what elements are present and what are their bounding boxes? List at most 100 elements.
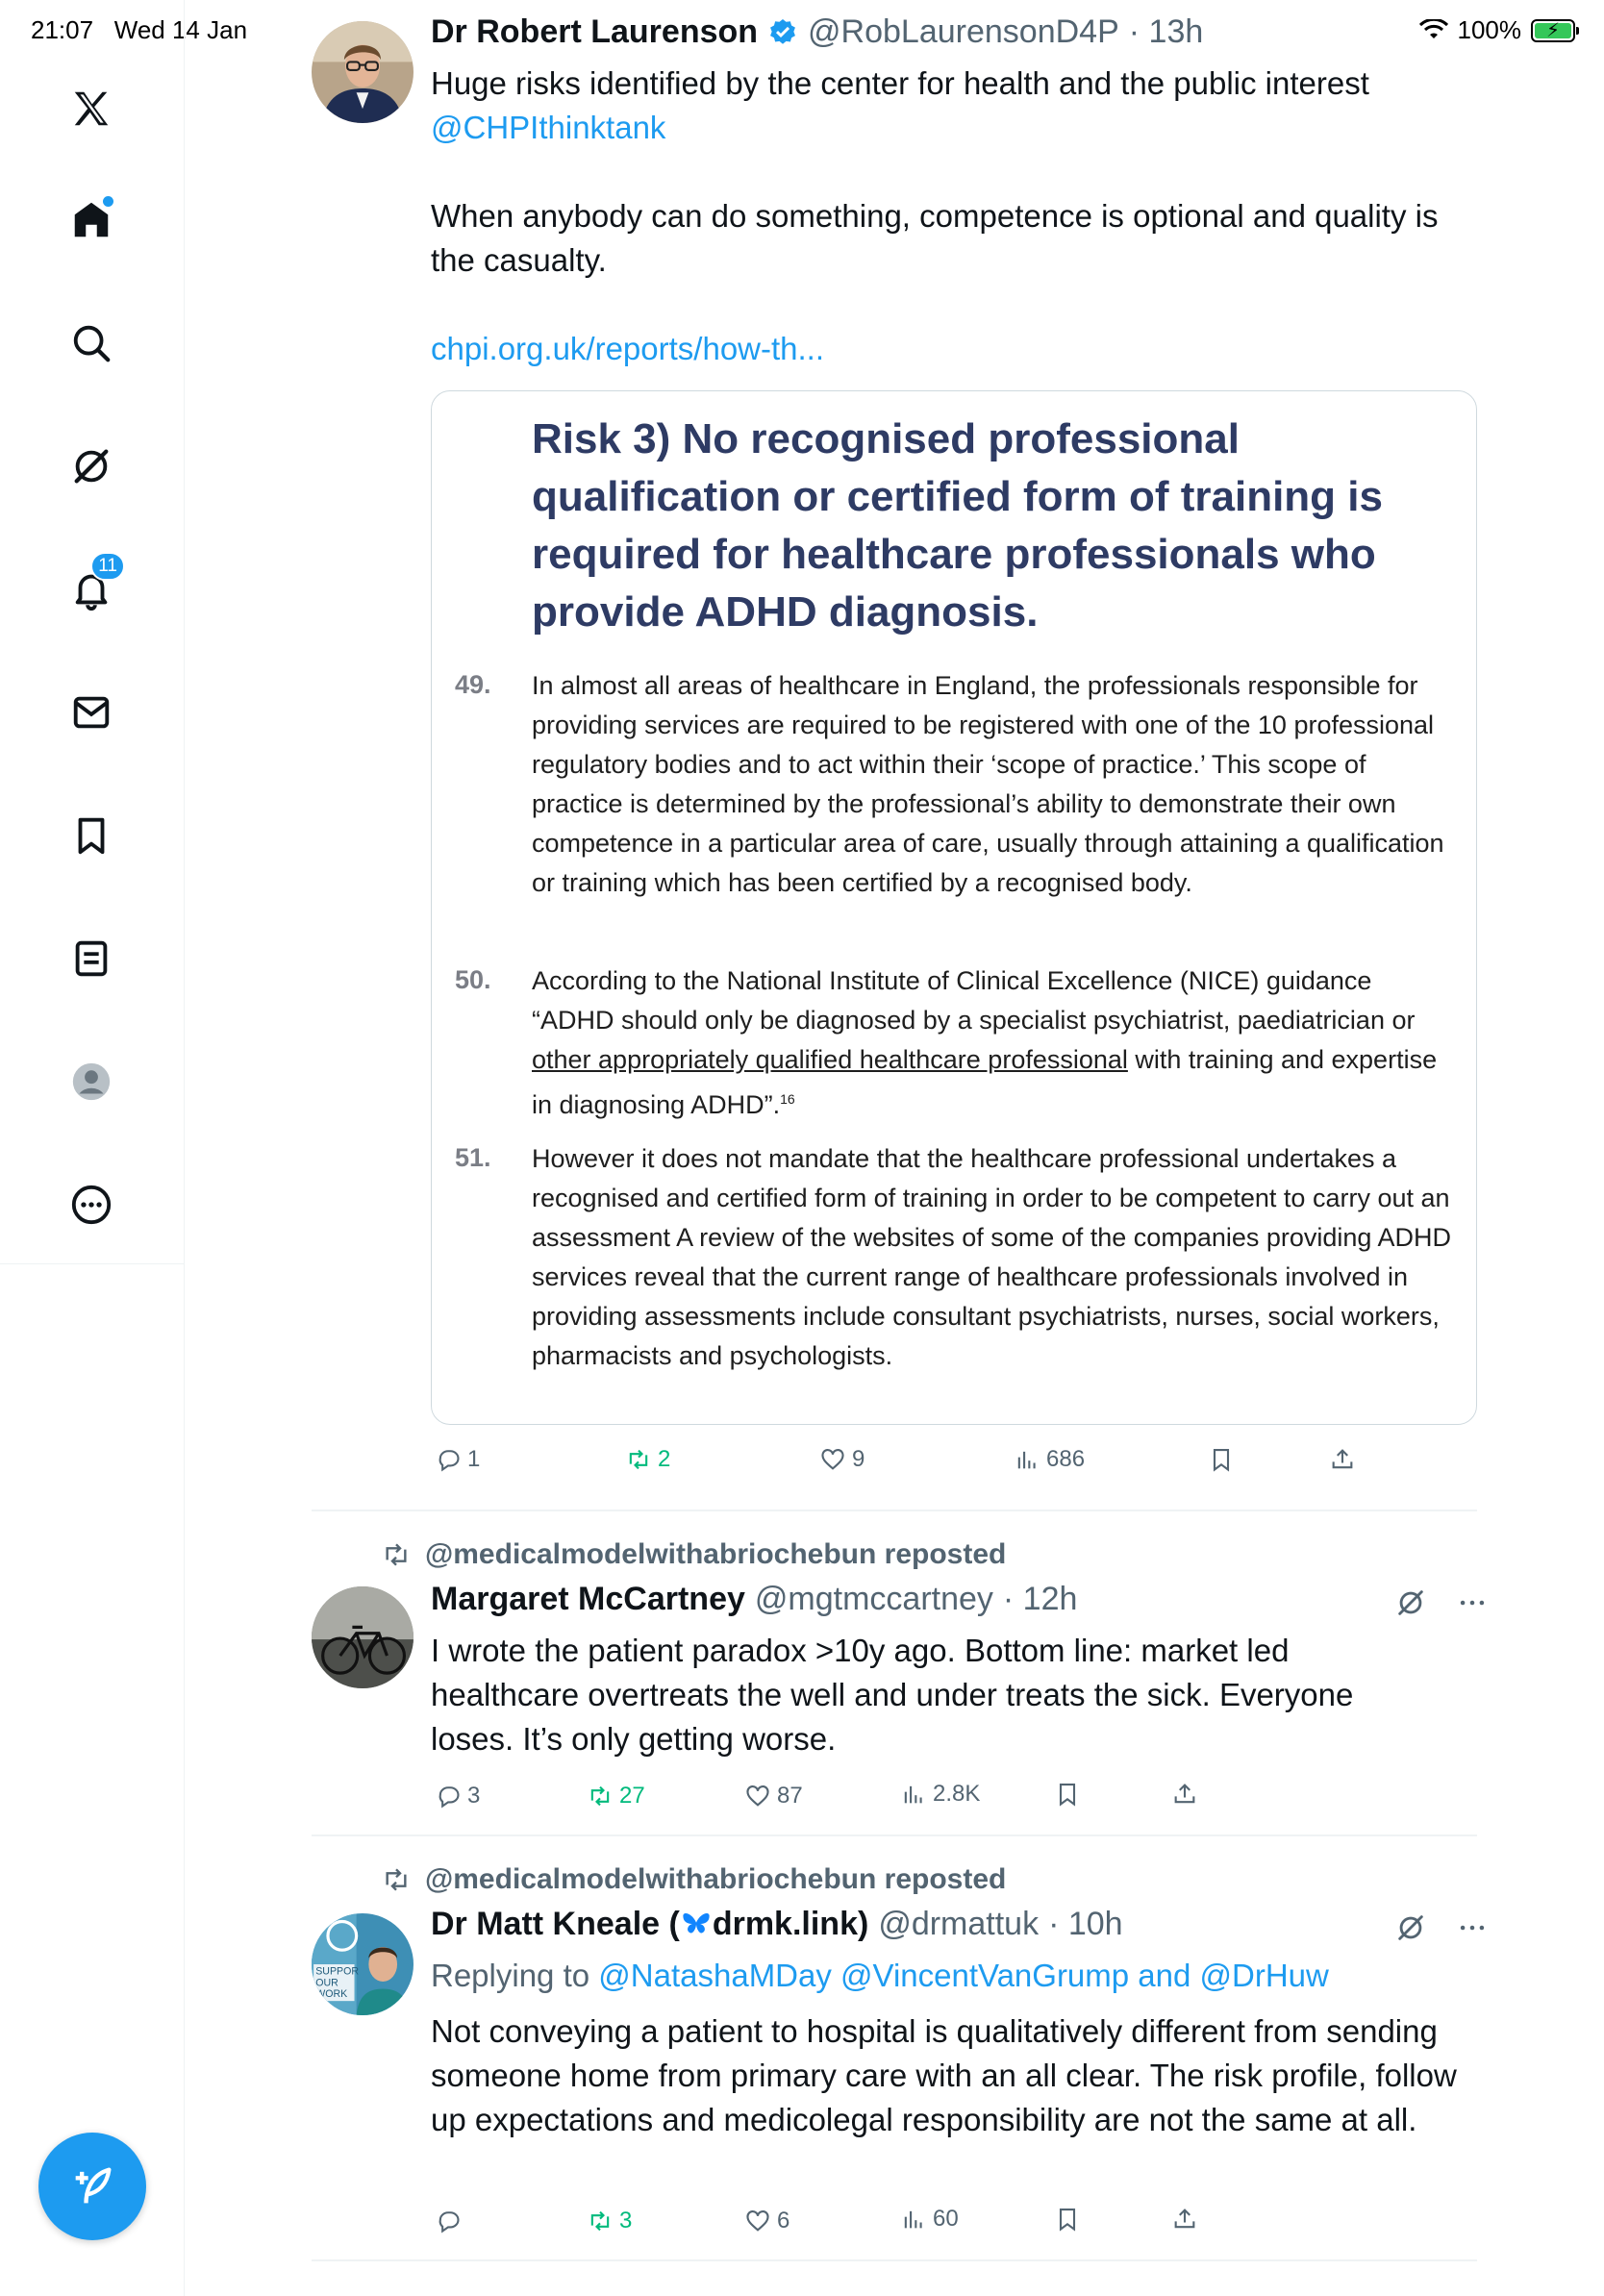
heart-icon xyxy=(746,1785,769,1807)
document-paragraph: However it does not mandate that the hea… xyxy=(532,1144,1451,1370)
avatar-text: SUPPOR xyxy=(315,1966,359,1978)
more-icon[interactable] xyxy=(63,1177,119,1233)
document-paragraph: In almost all areas of healthcare in Eng… xyxy=(532,671,1444,897)
views-button[interactable]: 686 xyxy=(1014,1446,1085,1473)
wifi-icon xyxy=(1418,18,1448,38)
external-link[interactable]: chpi.org.uk/reports/how-th... xyxy=(431,327,1479,371)
replying-to-mentions[interactable]: @NatashaMDay @VincentVanGrump and @DrHuw xyxy=(598,1958,1329,1993)
author-handle[interactable]: @mgtmccartney xyxy=(755,1581,993,1618)
share-icon xyxy=(1174,2209,1195,2229)
grok-icon[interactable] xyxy=(1394,1911,1427,1944)
post-text-line: Huge risks identified by the center for … xyxy=(431,65,1369,101)
reply-button[interactable]: 1 xyxy=(435,1446,480,1473)
author-name[interactable]: Dr Matt Kneale (drmk.link) xyxy=(431,1906,868,1943)
post-text: Not conveying a patient to hospital is q… xyxy=(431,2013,1457,2137)
views-button[interactable]: 60 xyxy=(900,2206,959,2233)
views-icon xyxy=(1017,1451,1036,1469)
reposted-by-line[interactable]: @medicalmodelwithabriochebun reposted xyxy=(381,1538,1006,1571)
heart-icon xyxy=(821,1449,844,1470)
views-button[interactable]: 2.8K xyxy=(900,1781,980,1808)
mention-link[interactable]: @CHPIthinktank xyxy=(431,106,1479,150)
verified-badge-icon xyxy=(770,18,795,44)
reply-icon xyxy=(439,1786,460,1809)
notification-count-badge: 11 xyxy=(90,552,125,581)
paragraph-number: 51. xyxy=(455,1143,491,1172)
author-name[interactable]: Dr Robert Laurenson xyxy=(431,13,758,51)
post-separator xyxy=(312,2259,1477,2261)
like-button[interactable]: 9 xyxy=(819,1446,865,1473)
bookmarks-icon[interactable] xyxy=(63,808,119,863)
compose-post-button[interactable] xyxy=(38,2133,146,2240)
document-paragraph: According to the National Institute of C… xyxy=(532,966,1438,1119)
grok-icon[interactable] xyxy=(63,438,119,494)
svg-text:WORK: WORK xyxy=(315,1988,347,2000)
document-heading: Risk 3) No recognised professional quali… xyxy=(532,415,1383,636)
post-text-line: When anybody can do something, competenc… xyxy=(431,198,1439,278)
repost-button[interactable]: 27 xyxy=(587,1783,645,1809)
home-notification-dot xyxy=(103,196,113,207)
messages-icon[interactable] xyxy=(63,685,119,740)
repost-button[interactable]: 3 xyxy=(587,2208,632,2234)
home-icon[interactable] xyxy=(63,192,119,248)
reposted-by-line[interactable]: @medicalmodelwithabriochebun reposted xyxy=(381,1863,1006,1896)
bookmark-button[interactable] xyxy=(1054,1781,1081,1808)
bookmark-button[interactable] xyxy=(1054,2206,1081,2233)
author-name[interactable]: Margaret McCartney xyxy=(431,1581,745,1618)
repost-icon xyxy=(386,1868,407,1891)
profile-icon[interactable] xyxy=(63,1054,119,1110)
repost-icon xyxy=(590,2210,610,2232)
avatar[interactable] xyxy=(312,1586,414,1688)
sidebar-divider xyxy=(0,1263,185,1264)
reply-button[interactable]: 3 xyxy=(435,1783,480,1809)
more-options-icon[interactable] xyxy=(1456,1911,1489,1944)
reply-icon xyxy=(439,1450,460,1472)
bookmark-icon xyxy=(1213,1449,1230,1472)
butterfly-icon xyxy=(683,1913,710,1934)
reply-button[interactable] xyxy=(435,2208,467,2234)
post-time[interactable]: · 10h xyxy=(1048,1906,1123,1943)
like-button[interactable]: 6 xyxy=(744,2208,789,2234)
notifications-icon[interactable]: 11 xyxy=(63,552,125,617)
post-time[interactable]: · 13h xyxy=(1129,13,1204,51)
avatar[interactable] xyxy=(312,21,414,123)
post-menu xyxy=(1394,1586,1489,1619)
views-icon xyxy=(904,2210,922,2229)
post-header: Dr Matt Kneale (drmk.link) @drmattuk · 1… xyxy=(431,1906,1123,1943)
post-header: Margaret McCartney @mgtmccartney · 12h xyxy=(431,1581,1077,1618)
search-icon[interactable] xyxy=(63,315,119,371)
share-button[interactable] xyxy=(1329,1446,1356,1473)
svg-text:OUR: OUR xyxy=(315,1977,338,1988)
repost-icon xyxy=(590,1785,610,1807)
post-time[interactable]: · 12h xyxy=(1003,1581,1078,1618)
author-handle[interactable]: @RobLaurensonD4P xyxy=(808,13,1119,51)
sidebar-nav: 11 xyxy=(0,0,185,2296)
x-logo-icon[interactable] xyxy=(63,81,119,137)
battery-icon: ⚡ xyxy=(1531,18,1579,42)
views-icon xyxy=(904,1785,922,1804)
post-separator xyxy=(312,1834,1477,1836)
grok-icon[interactable] xyxy=(1394,1586,1427,1619)
post-text: Huge risks identified by the center for … xyxy=(431,62,1479,371)
lists-icon[interactable] xyxy=(63,931,119,986)
author-handle[interactable]: @drmattuk xyxy=(878,1906,1039,1943)
like-button[interactable]: 87 xyxy=(744,1783,803,1809)
paragraph-number: 49. xyxy=(455,670,491,699)
repost-button[interactable]: 2 xyxy=(625,1446,670,1473)
paragraph-number: 50. xyxy=(455,965,491,994)
share-button[interactable] xyxy=(1171,2206,1198,2233)
post-menu xyxy=(1394,1911,1489,1944)
battery-percent: 100% xyxy=(1457,15,1522,44)
post-text: I wrote the patient paradox >10y ago. Bo… xyxy=(431,1633,1354,1757)
attached-image-card[interactable]: Risk 3) No recognised professional quali… xyxy=(431,390,1477,1425)
heart-icon xyxy=(746,2210,769,2232)
bookmark-icon xyxy=(1059,2209,1076,2232)
repost-icon xyxy=(386,1543,407,1566)
post-header: Dr Robert Laurenson @RobLaurensonD4P · 1… xyxy=(431,13,1203,51)
bookmark-button[interactable] xyxy=(1208,1446,1235,1473)
status-bar-indicators: 100% ⚡ xyxy=(1418,15,1579,45)
share-icon xyxy=(1332,1449,1353,1469)
share-icon xyxy=(1174,1784,1195,1804)
avatar[interactable]: SUPPOR OUR WORK xyxy=(312,1913,414,2015)
share-button[interactable] xyxy=(1171,1781,1198,1808)
more-options-icon[interactable] xyxy=(1456,1586,1489,1619)
